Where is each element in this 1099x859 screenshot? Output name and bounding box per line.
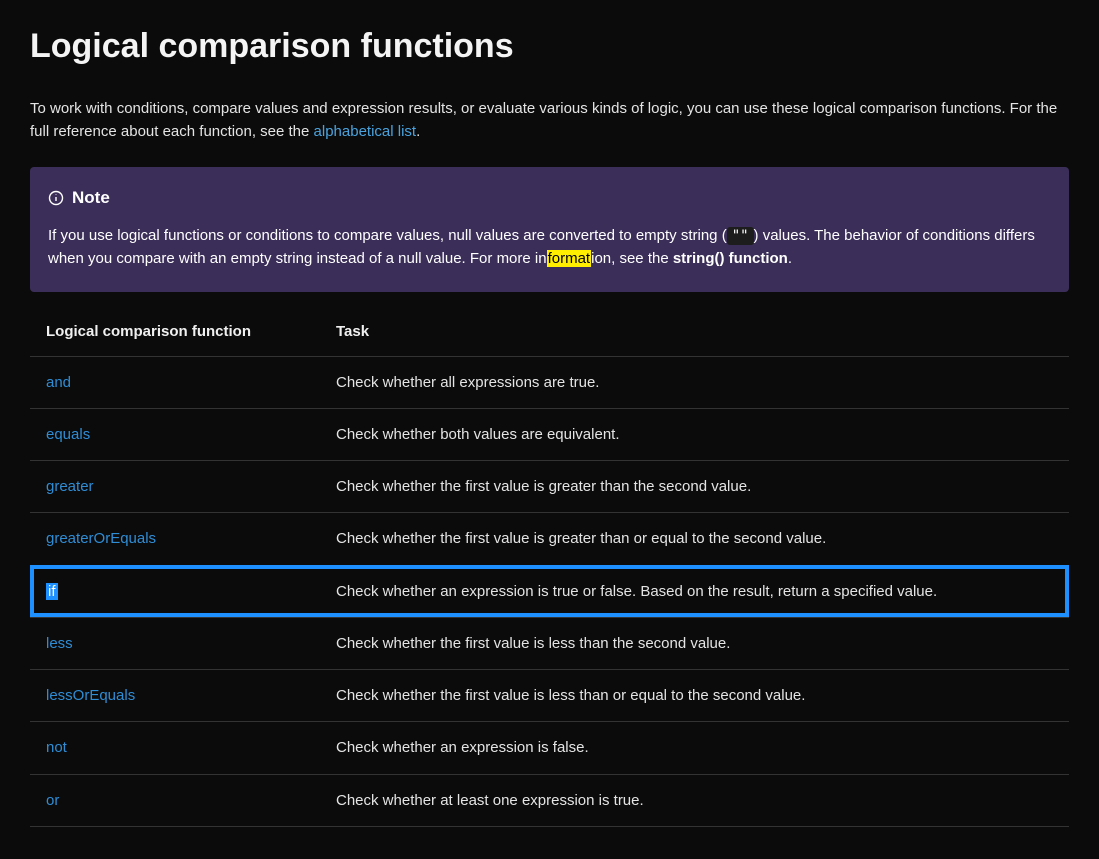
function-link-greaterOrEquals[interactable]: greaterOrEquals <box>46 530 156 547</box>
function-cell: not <box>30 722 320 774</box>
task-cell: Check whether an expression is false. <box>320 722 1069 774</box>
function-link-if[interactable]: if <box>46 583 58 600</box>
note-text-3: ion, see the <box>591 250 673 267</box>
task-cell: Check whether at least one expression is… <box>320 774 1069 826</box>
task-cell: Check whether both values are equivalent… <box>320 408 1069 460</box>
functions-table: Logical comparison function Task and Chec… <box>30 306 1069 827</box>
note-header: Note <box>48 185 1051 211</box>
task-cell: Check whether the first value is greater… <box>320 513 1069 565</box>
intro-paragraph: To work with conditions, compare values … <box>30 97 1069 144</box>
string-function-link[interactable]: string() function <box>673 250 788 267</box>
function-cell: if <box>30 565 320 617</box>
task-cell: Check whether all expressions are true. <box>320 356 1069 408</box>
note-body: If you use logical functions or conditio… <box>48 224 1051 271</box>
function-link-lessOrEquals[interactable]: lessOrEquals <box>46 687 135 704</box>
task-cell: Check whether the first value is less th… <box>320 617 1069 669</box>
empty-string-code: "" <box>727 227 754 245</box>
function-cell: less <box>30 617 320 669</box>
page-title: Logical comparison functions <box>30 20 1069 73</box>
note-text-4: . <box>788 250 792 267</box>
table-row: less Check whether the first value is les… <box>30 617 1069 669</box>
table-row: greater Check whether the first value is … <box>30 461 1069 513</box>
task-cell: Check whether an expression is true or f… <box>320 565 1069 617</box>
function-cell: equals <box>30 408 320 460</box>
table-row: greaterOrEquals Check whether the first v… <box>30 513 1069 565</box>
note-label: Note <box>72 185 110 211</box>
col-header-function: Logical comparison function <box>30 306 320 356</box>
table-header-row: Logical comparison function Task <box>30 306 1069 356</box>
function-link-less[interactable]: less <box>46 635 73 652</box>
table-row: or Check whether at least one expression … <box>30 774 1069 826</box>
alphabetical-list-link[interactable]: alphabetical list <box>314 123 417 140</box>
function-link-not[interactable]: not <box>46 739 67 756</box>
task-cell: Check whether the first value is less th… <box>320 670 1069 722</box>
table-row: and Check whether all expressions are tru… <box>30 356 1069 408</box>
function-cell: lessOrEquals <box>30 670 320 722</box>
function-cell: or <box>30 774 320 826</box>
function-cell: and <box>30 356 320 408</box>
function-link-equals[interactable]: equals <box>46 426 90 443</box>
intro-text-after: . <box>416 123 420 140</box>
function-link-greater[interactable]: greater <box>46 478 94 495</box>
col-header-task: Task <box>320 306 1069 356</box>
table-row: if Check whether an expression is true or… <box>30 565 1069 617</box>
function-cell: greaterOrEquals <box>30 513 320 565</box>
intro-text-before: To work with conditions, compare values … <box>30 100 1057 140</box>
table-row: not Check whether an expression is false. <box>30 722 1069 774</box>
function-link-and[interactable]: and <box>46 374 71 391</box>
table-row: lessOrEquals Check whether the first valu… <box>30 670 1069 722</box>
note-callout: Note If you use logical functions or con… <box>30 167 1069 292</box>
table-row: equals Check whether both values are equi… <box>30 408 1069 460</box>
info-icon <box>48 190 64 206</box>
function-link-or[interactable]: or <box>46 792 59 809</box>
function-cell: greater <box>30 461 320 513</box>
highlighted-text: format <box>547 250 592 267</box>
task-cell: Check whether the first value is greater… <box>320 461 1069 513</box>
note-text-1: If you use logical functions or conditio… <box>48 227 727 244</box>
